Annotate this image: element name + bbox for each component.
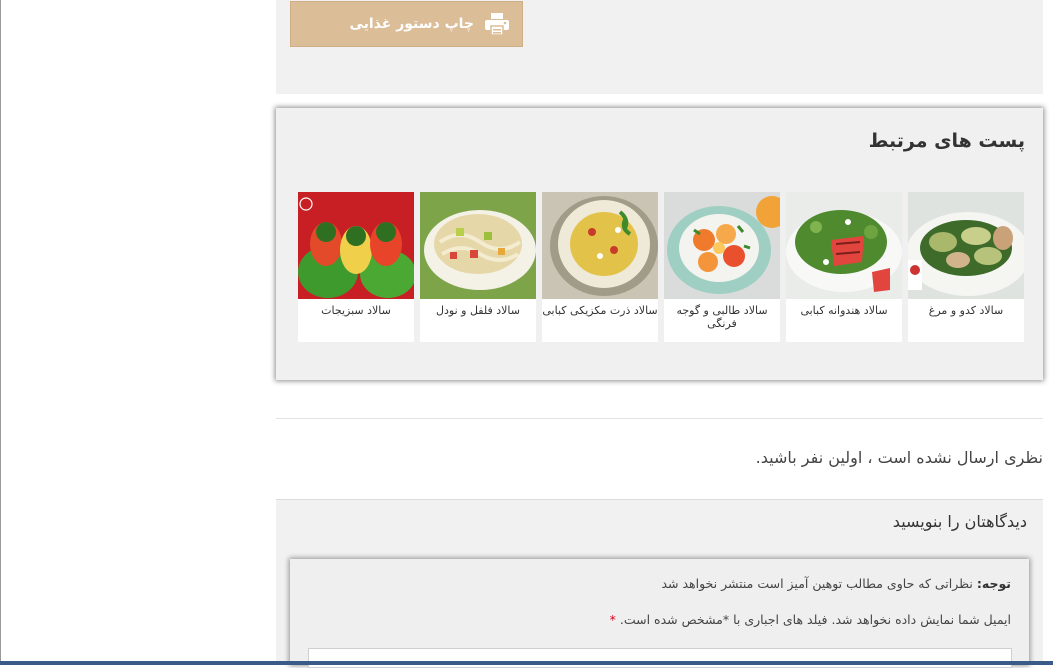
post-title: سالاد کدو و مرغ	[928, 304, 1004, 317]
post-thumbnail-image	[542, 192, 658, 299]
print-recipe-button[interactable]: چاپ دستور غذایی	[290, 1, 523, 47]
post-title: سالاد فلفل و نودل	[436, 304, 520, 317]
related-post-card[interactable]: سالاد سبزیجات	[298, 192, 414, 342]
comment-name-input[interactable]	[308, 648, 1012, 668]
post-title: سالاد طالبی و گوجه فرنگی	[676, 304, 768, 330]
related-post-card[interactable]: سالاد طالبی و گوجه فرنگی	[664, 192, 780, 342]
section-divider	[276, 418, 1043, 419]
comment-form-title: دیدگاهتان را بنویسید	[892, 512, 1027, 531]
related-post-card[interactable]: سالاد کدو و مرغ	[908, 192, 1024, 342]
window-left-border	[0, 0, 1, 665]
notice-text: نظراتی که حاوی مطالب توهین آمیز است منتش…	[661, 576, 977, 591]
printer-icon	[484, 12, 510, 36]
post-thumbnail-image	[786, 192, 902, 299]
related-posts-title: پست های مرتبط	[868, 130, 1025, 152]
post-thumbnail-image	[908, 192, 1024, 299]
required-mark: *	[609, 612, 616, 627]
related-posts-list: سالاد کدو و مرغ سالاد هندوانه کبابی سالا…	[298, 192, 1024, 342]
post-thumbnail-image	[420, 192, 536, 299]
post-thumbnail-image	[298, 192, 414, 299]
post-title: سالاد هندوانه کبابی	[800, 304, 888, 317]
post-thumbnail-image	[664, 192, 780, 299]
related-post-card[interactable]: سالاد ذرت مکزیکی کبابی	[542, 192, 658, 342]
no-comments-message: نظری ارسال نشده است ، اولین نفر باشید.	[755, 448, 1043, 467]
taskbar-edge	[0, 661, 1053, 665]
comment-notice: توجه: نظراتی که حاوی مطالب توهین آمیز اس…	[661, 576, 1011, 591]
print-recipe-label: چاپ دستور غذایی	[349, 16, 474, 32]
related-post-card[interactable]: سالاد هندوانه کبابی	[786, 192, 902, 342]
post-title: سالاد ذرت مکزیکی کبابی	[542, 304, 658, 317]
related-posts-section: پست های مرتبط سالاد کدو و مرغ سالاد هندو…	[276, 108, 1043, 380]
post-title: سالاد سبزیجات	[321, 304, 391, 317]
email-note: ایمیل شما نمایش داده نخواهد شد. فیلد های…	[610, 612, 1011, 627]
email-note-text: ایمیل شما نمایش داده نخواهد شد. فیلد های…	[619, 612, 1011, 627]
related-post-card[interactable]: سالاد فلفل و نودل	[420, 192, 536, 342]
notice-label: توجه:	[976, 576, 1011, 591]
